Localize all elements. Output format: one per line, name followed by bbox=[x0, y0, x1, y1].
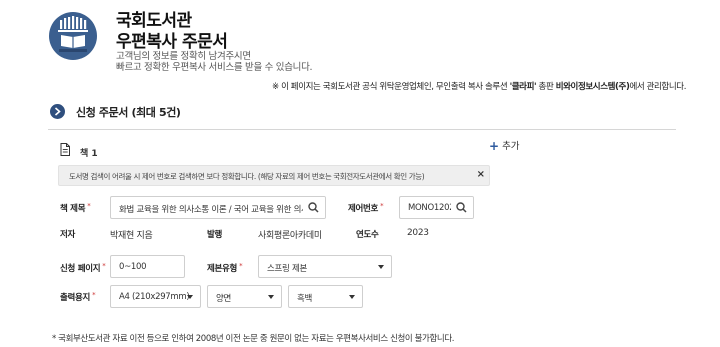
management-notice: ※ 이 페이지는 국회도서관 공식 위탁운영업체인, 무인출력 복사 솔루션 '… bbox=[272, 80, 686, 92]
paper-label-text: 출력용지 bbox=[60, 293, 91, 303]
pages-input[interactable]: 0~100 bbox=[110, 255, 185, 278]
book-title-input[interactable]: 화법 교육을 위한 의사소통 이론 / 국어 교육을 위한 의사소통 이론 bbox=[110, 196, 326, 219]
chevron-down-icon bbox=[268, 295, 274, 299]
author-label: 저자 bbox=[60, 230, 76, 240]
pages-label: 신청 페이지 * bbox=[60, 262, 106, 274]
close-icon[interactable]: × bbox=[477, 169, 485, 180]
binding-value: 스프링 제본 bbox=[267, 264, 308, 274]
library-logo bbox=[49, 12, 97, 60]
required-mark: * bbox=[239, 262, 243, 270]
binding-label-text: 제본유형 bbox=[207, 264, 238, 274]
footnote: * 국회부산도서관 자료 이전 등으로 인하여 2008년 이전 논문 중 원문… bbox=[52, 334, 455, 344]
print-side-select[interactable]: 양면 bbox=[207, 285, 282, 308]
year-value: 2023 bbox=[407, 228, 429, 238]
year-label: 연도수 bbox=[356, 230, 379, 240]
search-icon[interactable] bbox=[456, 202, 467, 213]
document-icon bbox=[60, 143, 70, 156]
required-mark: * bbox=[87, 202, 91, 210]
notice-prefix: ※ 이 페이지는 국회도서관 공식 위탁운영업체인, 무인출력 복사 솔루션 bbox=[272, 82, 510, 92]
chevron-down-icon bbox=[378, 265, 384, 269]
control-number-input[interactable]: MONO1202 bbox=[399, 196, 474, 219]
chevron-right-icon bbox=[50, 104, 65, 119]
chevron-down-icon bbox=[349, 295, 355, 299]
required-mark: * bbox=[92, 291, 96, 299]
add-book-button[interactable]: + 추가 bbox=[489, 138, 520, 153]
notice-company: 비와이정보시스템(주) bbox=[555, 82, 630, 92]
paper-label: 출력용지 * bbox=[60, 291, 96, 303]
search-icon[interactable] bbox=[308, 202, 319, 213]
paper-size-select[interactable]: A4 (210x297mm) bbox=[110, 285, 201, 308]
print-side-value: 양면 bbox=[216, 294, 232, 304]
pages-value: 0~100 bbox=[119, 262, 147, 272]
title-label-text: 책 제목 bbox=[60, 204, 86, 214]
add-button-label: 추가 bbox=[502, 141, 520, 152]
chevron-down-icon bbox=[187, 295, 193, 299]
alert-text: 도서명 검색이 어려울 시 제어 번호로 검색하면 보다 정확합니다. (해당 … bbox=[69, 172, 425, 181]
notice-mid: 총판 bbox=[536, 82, 556, 92]
book-label: 책 1 bbox=[80, 149, 98, 159]
print-color-select[interactable]: 흑백 bbox=[288, 285, 363, 308]
binding-label: 제본유형 * bbox=[207, 262, 243, 274]
control-number-value: MONO1202 bbox=[408, 203, 455, 213]
book-title-value: 화법 교육을 위한 의사소통 이론 / 국어 교육을 위한 의사소통 이론 bbox=[119, 205, 326, 215]
title-label: 책 제목 * bbox=[60, 202, 91, 214]
plus-icon: + bbox=[489, 139, 500, 153]
notice-brand: '클라피' bbox=[509, 82, 537, 92]
print-color-value: 흑백 bbox=[297, 294, 313, 304]
section-divider bbox=[48, 129, 676, 130]
section-title: 신청 주문서 (최대 5건) bbox=[76, 106, 181, 119]
required-mark: * bbox=[102, 262, 106, 270]
paper-size-value: A4 (210x297mm) bbox=[119, 292, 190, 302]
publisher-label: 발행 bbox=[207, 230, 223, 240]
notice-suffix: 에서 관리합니다. bbox=[629, 82, 686, 92]
search-tip-alert: 도서명 검색이 어려울 시 제어 번호로 검색하면 보다 정확합니다. (해당 … bbox=[58, 165, 490, 186]
author-value: 박재현 지음 bbox=[110, 231, 153, 241]
binding-select[interactable]: 스프링 제본 bbox=[258, 255, 392, 278]
control-number-label: 제어번호 * bbox=[348, 202, 384, 214]
pages-label-text: 신청 페이지 bbox=[60, 264, 101, 274]
publisher-value: 사회평론아카데미 bbox=[258, 231, 322, 241]
header-description-line2: 빠르고 정확한 우편복사 서비스를 받을 수 있습니다. bbox=[116, 62, 313, 73]
control-number-label-text: 제어번호 bbox=[348, 204, 379, 214]
required-mark: * bbox=[380, 202, 384, 210]
